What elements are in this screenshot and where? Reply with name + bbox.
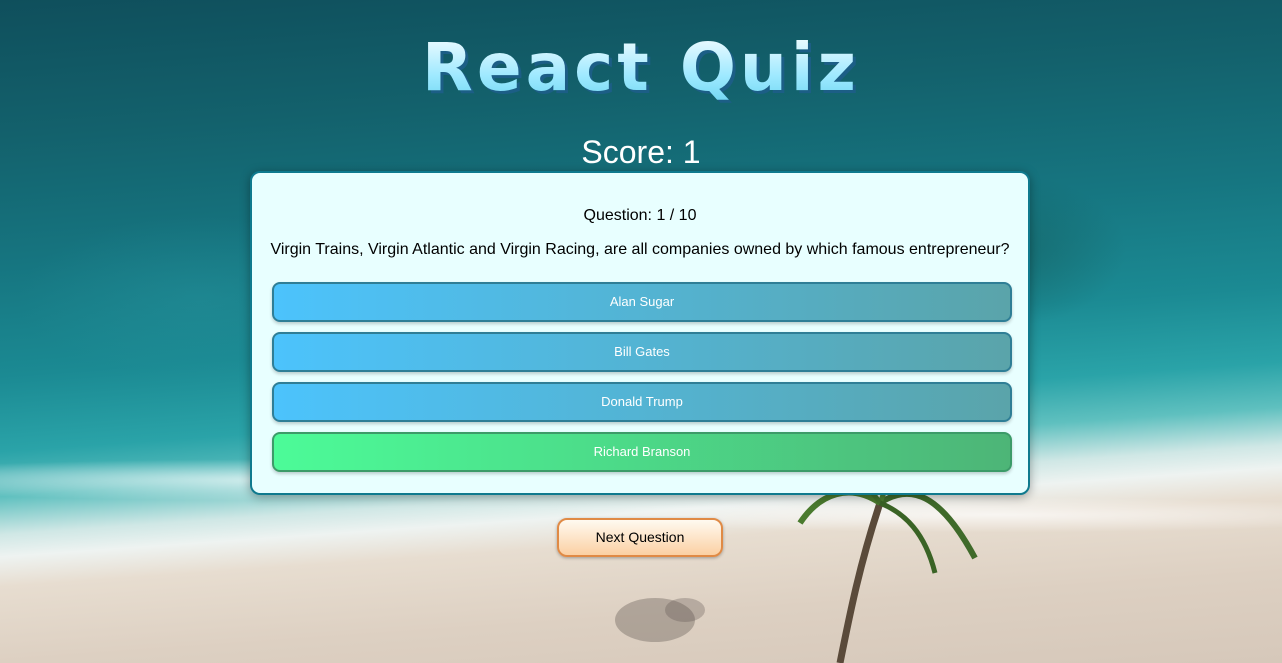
- question-text: Virgin Trains, Virgin Atlantic and Virgi…: [270, 241, 1010, 258]
- score-display: Score: 1: [581, 134, 701, 170]
- question-counter: Question: 1 / 10: [583, 207, 697, 224]
- answer-button-bill-gates[interactable]: Bill Gates: [272, 332, 1012, 372]
- answer-button-donald-trump[interactable]: Donald Trump: [272, 382, 1012, 422]
- question-card: Question: 1 / 10 Virgin Trains, Virgin A…: [250, 171, 1030, 495]
- answer-button-richard-branson[interactable]: Richard Branson: [272, 432, 1012, 472]
- next-question-button[interactable]: Next Question: [557, 518, 723, 557]
- app-title: React Quiz: [0, 28, 1282, 108]
- answer-button-alan-sugar[interactable]: Alan Sugar: [272, 282, 1012, 322]
